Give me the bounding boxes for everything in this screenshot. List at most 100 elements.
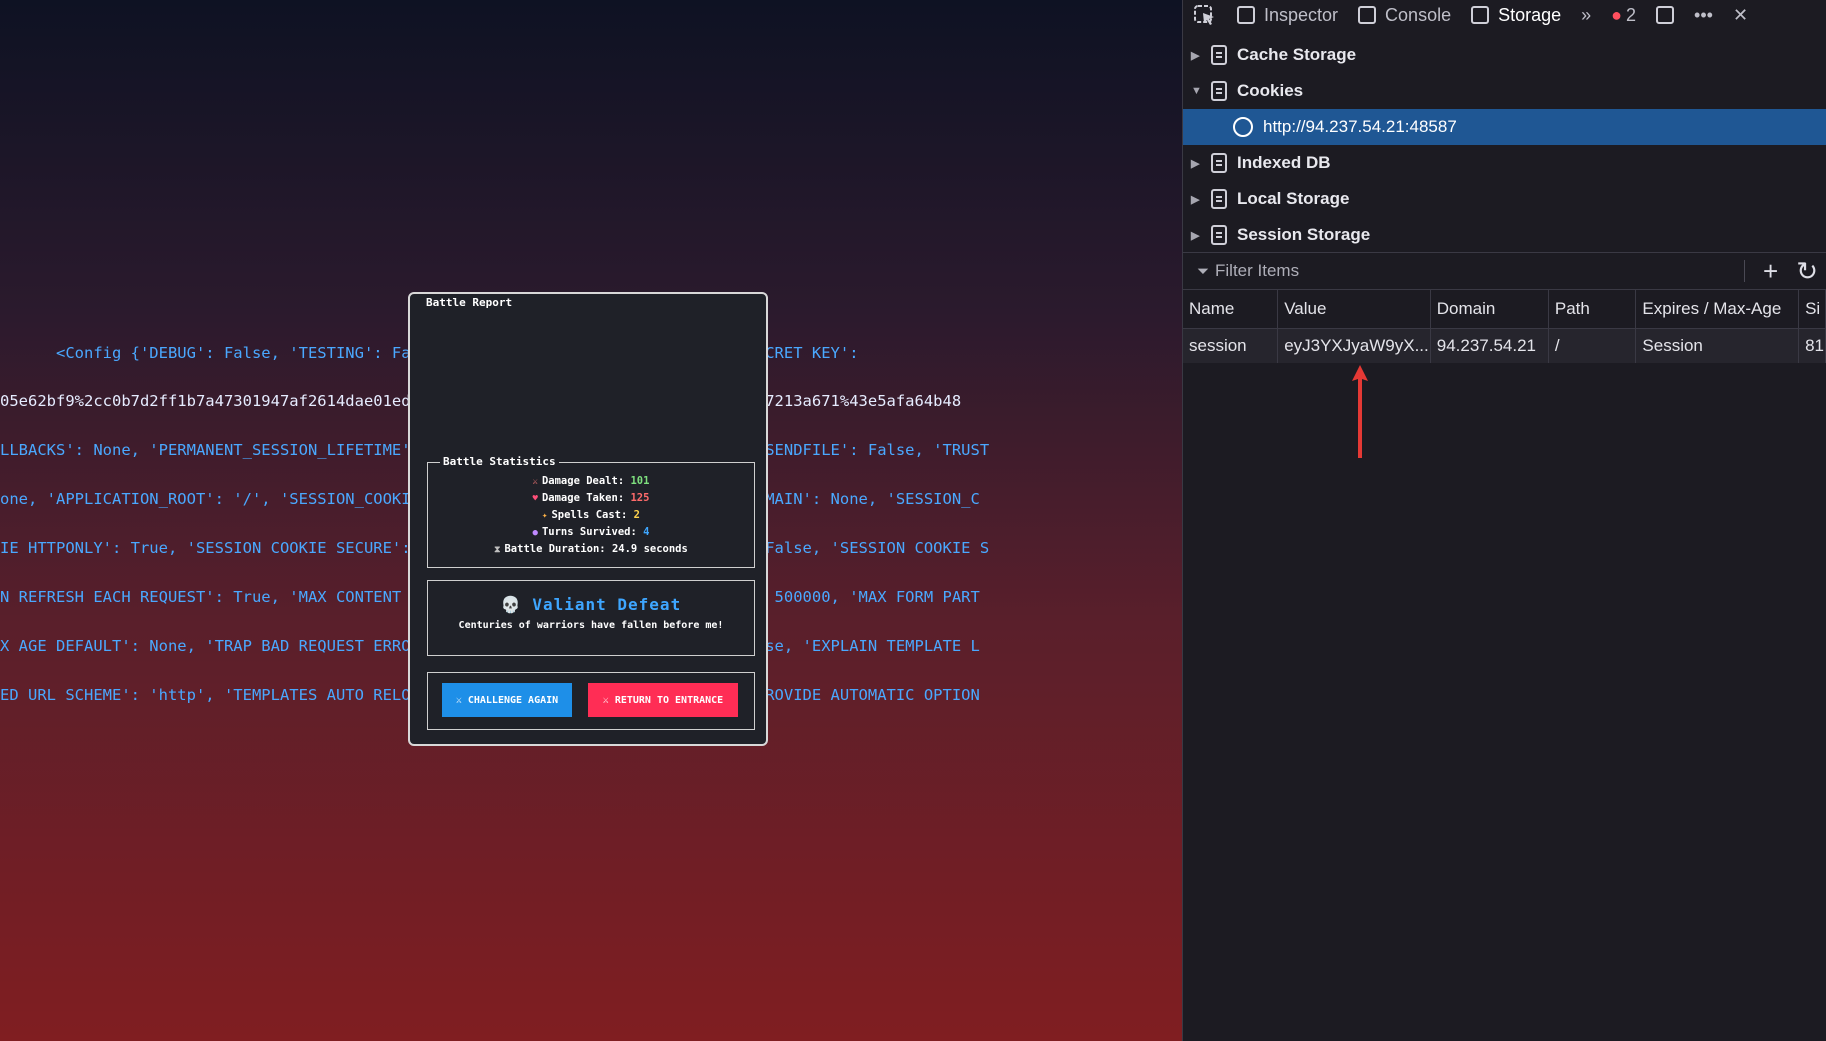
tab-storage-label: Storage [1498, 4, 1562, 25]
game-viewport: <Config {'DEBUG': False, 'TESTING': Fals… [0, 0, 1182, 1041]
challenge-again-button[interactable]: ⚔ CHALLENGE AGAIN [442, 683, 572, 717]
tab-console[interactable]: Console [1348, 0, 1461, 30]
expand-arrow-icon: ▶ [1191, 229, 1200, 242]
stat-spells-cast: ✦ Spells Cast: 2 [428, 509, 754, 521]
tree-label: http://94.237.54.21:48587 [1263, 117, 1457, 136]
dot-icon: ● [532, 528, 538, 538]
statistics-title: Battle Statistics [440, 455, 559, 468]
tab-console-label: Console [1385, 4, 1452, 25]
tab-storage[interactable]: Storage [1461, 0, 1571, 30]
add-item-icon[interactable]: + [1763, 256, 1778, 287]
cookie-table: Name Value Domain Path Expires / Max-Age… [1183, 290, 1826, 363]
storage-db-icon [1211, 45, 1227, 65]
devtools-panel: Inspector Console Storage » ● 2 ••• ✕ ▶ Ca… [1182, 0, 1826, 1041]
defeat-message: Centuries of warriors have fallen before… [458, 620, 724, 631]
tree-label: Local Storage [1237, 189, 1350, 208]
sparkle-icon: ✦ [542, 511, 548, 521]
devtools-toolbar: Inspector Console Storage » ● 2 ••• ✕ [1183, 0, 1826, 30]
tree-session-storage[interactable]: ▶ Session Storage [1183, 217, 1826, 253]
stat-label: Damage Dealt: [541, 475, 625, 487]
storage-db-icon [1211, 189, 1227, 209]
tree-indexed-db[interactable]: ▶ Indexed DB [1183, 145, 1826, 181]
storage-db-icon [1211, 225, 1227, 245]
heart-icon: ♥ [532, 494, 538, 504]
close-devtools-button[interactable]: ✕ [1723, 0, 1758, 30]
responsive-design-button[interactable] [1646, 0, 1684, 30]
expand-arrow-icon: ▶ [1191, 193, 1200, 206]
tree-cookies[interactable]: ▼ Cookies [1183, 73, 1826, 109]
stat-value: 4 [643, 526, 650, 538]
column-name[interactable]: Name [1183, 290, 1279, 329]
filter-icon: ⏷ [1197, 262, 1210, 280]
globe-icon [1233, 117, 1253, 137]
modal-actions: ⚔ CHALLENGE AGAIN ⚔ RETURN TO ENTRANCE [427, 672, 755, 730]
tree-cache-storage[interactable]: ▶ Cache Storage [1183, 37, 1826, 73]
sword-icon: ⚔ [532, 477, 538, 487]
stat-value: 2 [633, 509, 640, 521]
tree-cookie-host[interactable]: http://94.237.54.21:48587 [1183, 109, 1826, 145]
expand-arrow-icon: ▶ [1191, 157, 1200, 170]
filter-input[interactable]: Filter Items [1215, 261, 1299, 281]
tree-label: Cookies [1237, 81, 1304, 100]
tab-inspector[interactable]: Inspector [1227, 0, 1348, 30]
defeat-title: 💀 Valiant Defeat [500, 595, 682, 614]
stat-value: 125 [630, 492, 650, 504]
cell-expires[interactable]: Session [1635, 328, 1800, 363]
stat-label: Battle Duration: [504, 543, 606, 555]
column-value[interactable]: Value [1277, 290, 1431, 329]
console-icon [1358, 6, 1377, 24]
storage-db-icon [1211, 81, 1227, 101]
tree-label: Session Storage [1237, 225, 1371, 244]
cell-name[interactable]: session [1183, 328, 1279, 363]
storage-icon [1471, 6, 1490, 24]
battle-report-modal: Battle Report Battle Statistics ⚔ Damage … [408, 292, 768, 746]
error-count: 2 [1626, 4, 1637, 25]
stat-turns-survived: ● Turns Survived: 4 [428, 526, 754, 538]
error-count-badge[interactable]: ● 2 [1601, 0, 1646, 30]
tree-local-storage[interactable]: ▶ Local Storage [1183, 181, 1826, 217]
cell-value[interactable]: eyJ3YXJyaW9yX... [1277, 328, 1431, 363]
expand-arrow-icon: ▶ [1191, 49, 1200, 62]
return-to-entrance-button[interactable]: ⚔ RETURN TO ENTRANCE [588, 683, 738, 717]
column-size[interactable]: Si [1798, 290, 1826, 329]
stat-value: 101 [630, 475, 650, 487]
cell-path[interactable]: / [1548, 328, 1637, 363]
defeat-result-box: 💀 Valiant Defeat Centuries of warriors h… [427, 580, 755, 656]
double-chevron-icon: » [1581, 4, 1592, 25]
cell-size[interactable]: 81 [1798, 328, 1826, 363]
refresh-icon[interactable]: ↻ [1796, 256, 1818, 287]
overflow-menu-button[interactable]: ••• [1684, 0, 1723, 30]
stat-value: 24.9 seconds [611, 543, 688, 555]
table-row[interactable]: session eyJ3YXJyaW9yX... 94.237.54.21 / … [1183, 328, 1826, 363]
stat-damage-dealt: ⚔ Damage Dealt: 101 [428, 475, 754, 487]
tree-label: Cache Storage [1237, 45, 1357, 64]
annotation-arrow-icon [1352, 365, 1368, 458]
stat-battle-duration: ⧗ Battle Duration: 24.9 seconds [428, 543, 754, 555]
modal-title: Battle Report [426, 296, 513, 309]
tab-inspector-label: Inspector [1264, 4, 1339, 25]
error-icon: ● [1611, 4, 1623, 25]
element-picker-button[interactable] [1183, 0, 1227, 30]
ellipsis-icon: ••• [1694, 4, 1713, 25]
battle-statistics-box: Battle Statistics ⚔ Damage Dealt: 101 ♥ Da… [427, 455, 755, 568]
column-path[interactable]: Path [1548, 290, 1637, 329]
collapse-arrow-icon: ▼ [1191, 85, 1202, 97]
column-expires[interactable]: Expires / Max-Age [1635, 290, 1800, 329]
table-header-row: Name Value Domain Path Expires / Max-Age… [1183, 290, 1826, 329]
filter-bar: ⏷ Filter Items + ↻ [1183, 252, 1826, 290]
divider [1744, 260, 1746, 282]
stat-label: Turns Survived: [541, 526, 637, 538]
stat-damage-taken: ♥ Damage Taken: 125 [428, 492, 754, 504]
close-icon: ✕ [1732, 4, 1749, 25]
stat-label: Damage Taken: [541, 492, 625, 504]
tree-label: Indexed DB [1237, 153, 1331, 172]
responsive-icon [1656, 6, 1675, 24]
inspector-icon [1237, 6, 1255, 24]
stat-label: Spells Cast: [551, 509, 628, 521]
hourglass-icon: ⧗ [494, 545, 501, 555]
cell-domain[interactable]: 94.237.54.21 [1430, 328, 1549, 363]
storage-db-icon [1211, 153, 1227, 173]
filter-actions: + ↻ [1744, 256, 1826, 287]
column-domain[interactable]: Domain [1430, 290, 1549, 329]
more-tabs-button[interactable]: » [1571, 0, 1601, 30]
